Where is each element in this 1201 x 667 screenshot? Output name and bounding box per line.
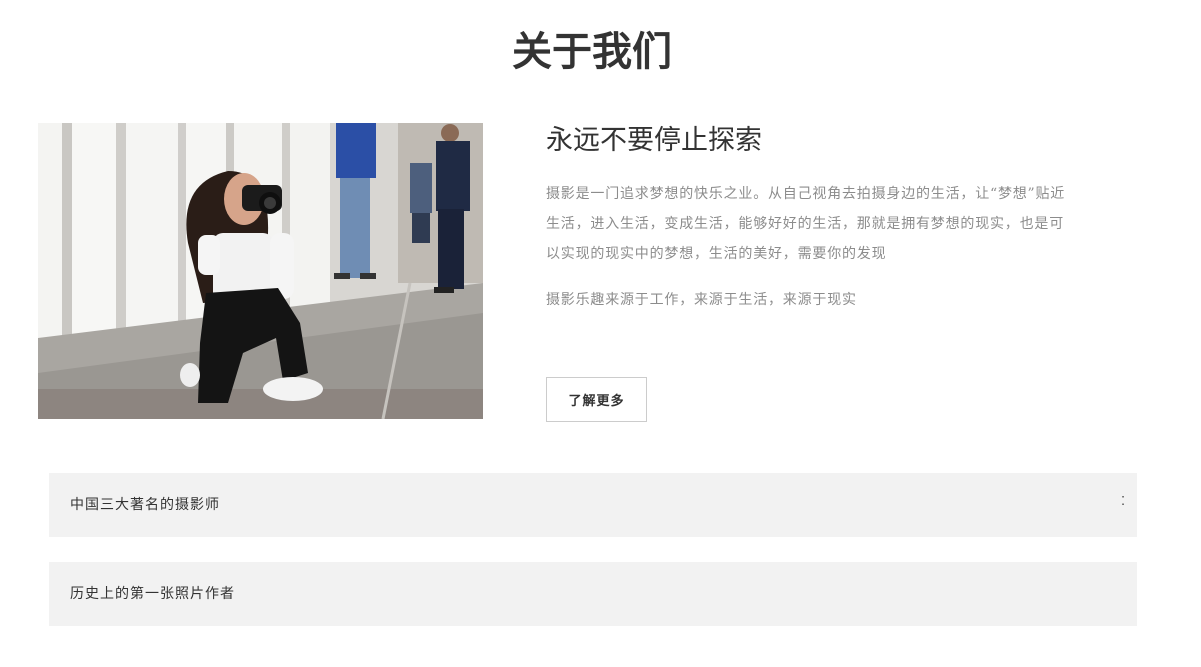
about-paragraph-2: 摄影乐趣来源于工作，来源于生活，来源于现实: [546, 292, 857, 308]
learn-more-button[interactable]: 了解更多: [546, 377, 647, 422]
accordion-item-label: 中国三大著名的摄影师: [70, 497, 220, 513]
about-text-block: 永远不要停止探索 摄影是一门追求梦想的快乐之业。从自己视角去拍摄身边的生活，让“…: [546, 121, 1066, 315]
hero-photo: [38, 123, 483, 419]
accordion-item-famous-photographers[interactable]: 中国三大著名的摄影师 ⁚: [49, 473, 1137, 537]
about-paragraph-1: 摄影是一门追求梦想的快乐之业。从自己视角去拍摄身边的生活，让“梦想”贴近生活，进…: [546, 186, 1066, 262]
accordion-item-label: 历史上的第一张照片作者: [70, 586, 235, 602]
expand-icon[interactable]: ⁚: [1121, 493, 1125, 509]
accordion-item-first-photo-author[interactable]: 历史上的第一张照片作者: [49, 562, 1137, 626]
section-heading: 永远不要停止探索: [546, 125, 762, 156]
page-title: 关于我们: [512, 29, 672, 75]
